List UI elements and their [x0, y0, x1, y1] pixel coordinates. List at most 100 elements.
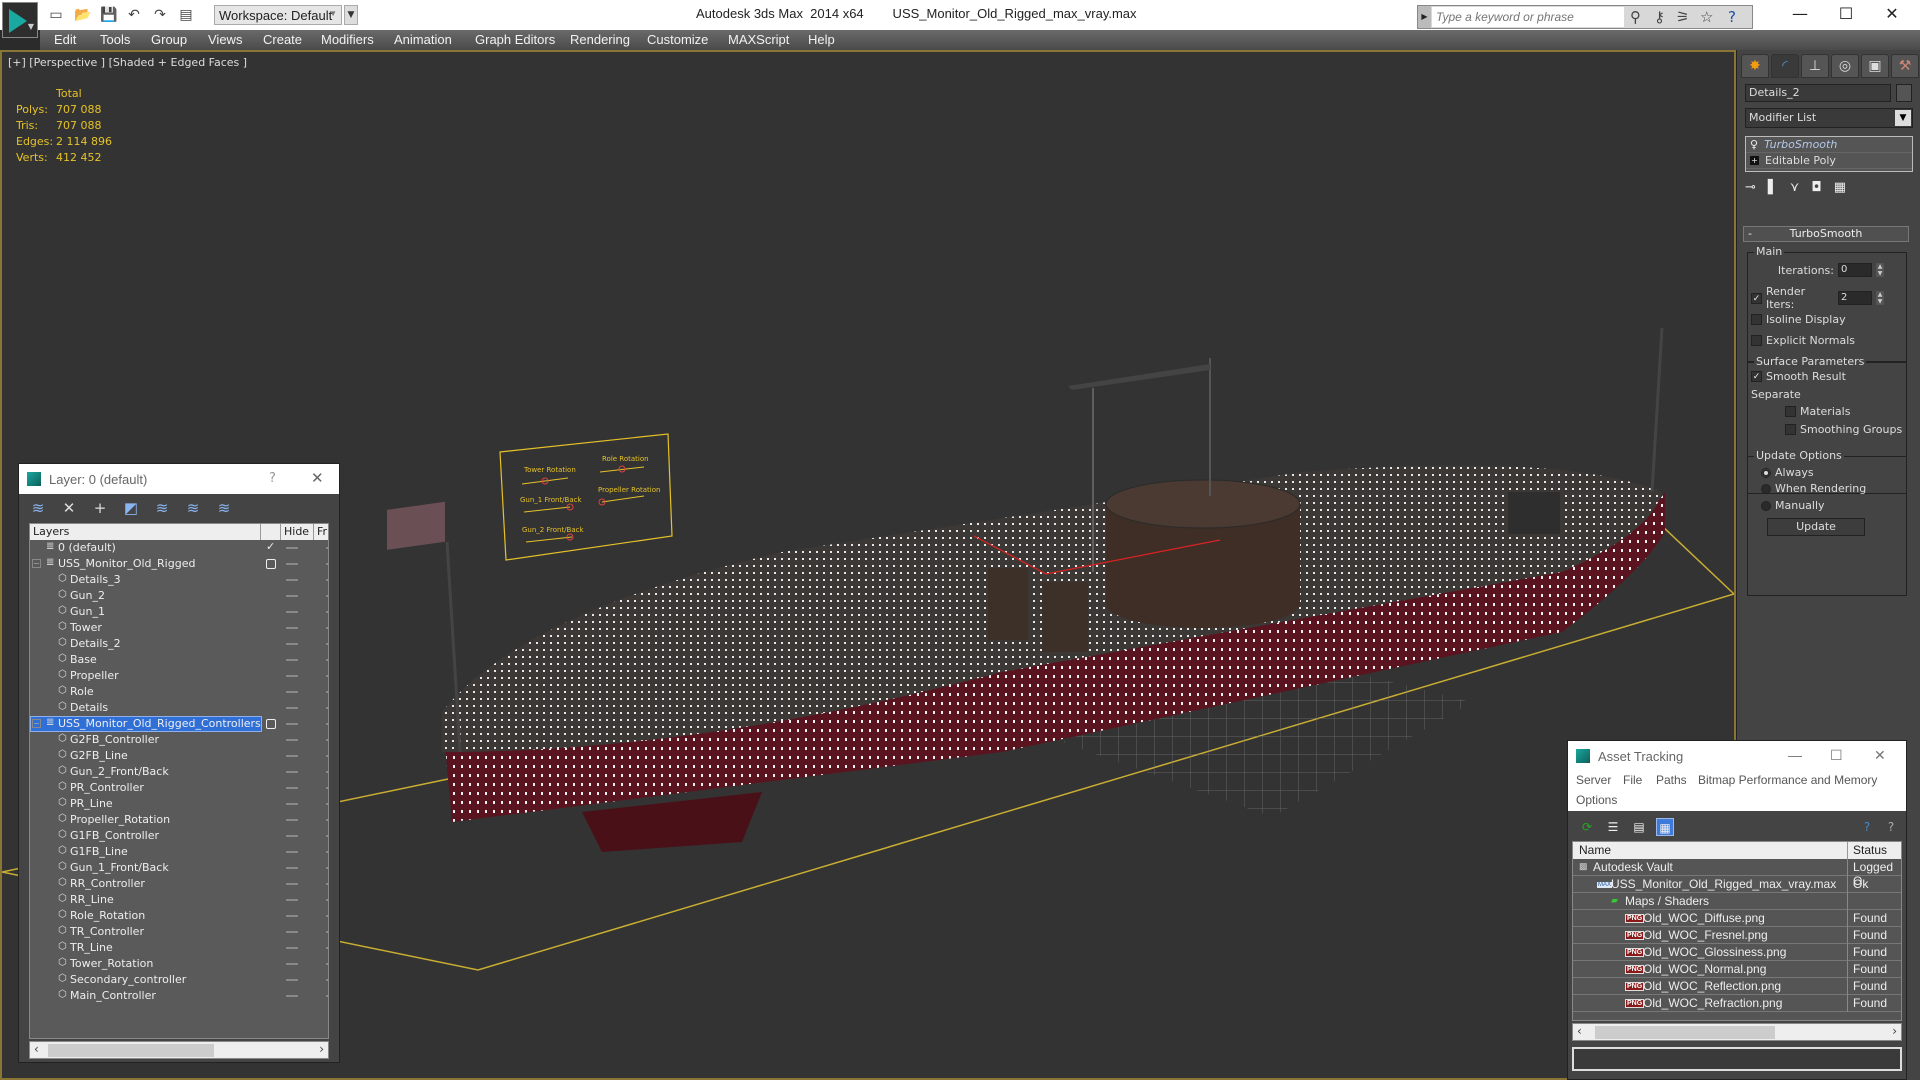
remove-modifier-icon[interactable]: ◘ — [1811, 180, 1821, 195]
horizontal-scrollbar[interactable]: ‹ › — [1572, 1023, 1902, 1041]
project-folder-icon[interactable]: ▤ — [178, 7, 194, 23]
collapse-icon[interactable]: − — [32, 719, 41, 728]
display-tab-icon[interactable]: ▣ — [1861, 54, 1889, 78]
object-row[interactable]: ⬡ Base — [30, 652, 328, 668]
column-layers[interactable]: Layers — [33, 525, 69, 538]
spinner-arrows[interactable]: ▲ ▼ — [1876, 263, 1884, 277]
asset-row[interactable]: ▩ Autodesk Vault Logged O — [1573, 859, 1901, 888]
add-to-layer-icon[interactable]: + — [91, 499, 109, 517]
menu-edit[interactable]: Edit — [54, 32, 76, 47]
freeze-toggle[interactable] — [326, 579, 328, 581]
save-icon[interactable]: 💾 — [100, 7, 117, 23]
asset-row[interactable]: PNG Old_WOC_Normal.png Found — [1573, 961, 1901, 978]
list-view-icon[interactable]: ☰ — [1604, 818, 1622, 836]
hide-toggle[interactable] — [286, 963, 298, 965]
create-tab-icon[interactable]: ✸ — [1741, 54, 1769, 78]
asset-row[interactable]: PNG Old_WOC_Glossiness.png Found — [1573, 944, 1901, 961]
object-row[interactable]: ⬡ G1FB_Controller — [30, 828, 328, 844]
freeze-toggle[interactable] — [326, 995, 328, 997]
update-button[interactable]: Update — [1767, 518, 1865, 536]
layer-row[interactable]: − ≣ USS_Monitor_Old_Rigged — [30, 556, 328, 572]
layer-row[interactable]: − ≣ USS_Monitor_Old_Rigged_Controllers — [30, 716, 328, 732]
favorites-star-icon[interactable]: ☆ — [1700, 8, 1713, 26]
freeze-toggle[interactable] — [326, 947, 328, 949]
communication-center-icon[interactable]: ⚞ — [1676, 8, 1689, 26]
freeze-toggle[interactable] — [326, 675, 328, 677]
freeze-toggle[interactable] — [326, 611, 328, 613]
hide-toggle[interactable] — [286, 739, 298, 741]
asset-row[interactable]: PNG Old_WOC_Fresnel.png Found — [1573, 927, 1901, 944]
hide-toggle[interactable] — [286, 899, 298, 901]
hide-freeze-layers-icon[interactable]: ≋ — [215, 499, 233, 517]
search-input[interactable] — [1432, 7, 1624, 27]
menu-modifiers[interactable]: Modifiers — [321, 32, 374, 47]
hide-toggle[interactable] — [286, 851, 298, 853]
binoculars-icon[interactable]: ⚲ — [1630, 8, 1641, 26]
menu-graph-editors[interactable]: Graph Editors — [475, 32, 555, 47]
freeze-toggle[interactable] — [326, 595, 328, 597]
menu-tools[interactable]: Tools — [100, 32, 130, 47]
menu-bitmap-performance[interactable]: Bitmap Performance and Memory — [1698, 773, 1877, 787]
window-titlebar[interactable]: Asset Tracking — ☐ ✕ — [1568, 741, 1906, 771]
when-rendering-radio[interactable] — [1761, 483, 1771, 494]
object-row[interactable]: ⬡ Main_Controller — [30, 988, 328, 1004]
create-layer-icon[interactable]: ≋ — [29, 499, 47, 517]
freeze-toggle[interactable] — [326, 867, 328, 869]
iterations-spinner[interactable]: 0 — [1838, 263, 1872, 277]
collapse-icon[interactable]: − — [32, 559, 41, 568]
freeze-toggle[interactable] — [326, 899, 328, 901]
set-current-checkbox[interactable] — [266, 559, 276, 569]
freeze-toggle[interactable] — [326, 723, 328, 725]
menu-paths[interactable]: Paths — [1656, 773, 1687, 787]
freeze-toggle[interactable] — [326, 627, 328, 629]
layer-row[interactable]: ≣ 0 (default) ✓ — [30, 540, 328, 556]
menu-maxscript[interactable]: MAXScript — [728, 32, 789, 47]
menu-help[interactable]: Help — [808, 32, 835, 47]
hide-toggle[interactable] — [286, 835, 298, 837]
help-icon[interactable]: ? — [1882, 818, 1900, 836]
object-row[interactable]: ⬡ Details — [30, 700, 328, 716]
online-help-icon[interactable]: ? — [1858, 818, 1876, 836]
column-status[interactable]: Status — [1853, 843, 1887, 857]
turbosmooth-rollout-header[interactable]: - TurboSmooth — [1743, 226, 1909, 242]
object-row[interactable]: ⬡ Role_Rotation — [30, 908, 328, 924]
current-layer-check-icon[interactable]: ✓ — [266, 540, 275, 553]
pin-stack-icon[interactable]: ⊸ — [1745, 180, 1756, 195]
key-icon[interactable]: ⚷ — [1654, 8, 1665, 26]
hide-toggle[interactable] — [286, 563, 298, 565]
object-row[interactable]: ⬡ G1FB_Line — [30, 844, 328, 860]
object-row[interactable]: ⬡ Gun_1_Front/Back — [30, 860, 328, 876]
make-unique-icon[interactable]: ⋎ — [1790, 180, 1800, 195]
object-row[interactable]: ⬡ G2FB_Controller — [30, 732, 328, 748]
smooth-result-checkbox[interactable]: ✓ — [1751, 371, 1762, 382]
freeze-toggle[interactable] — [326, 787, 328, 789]
utilities-tab-icon[interactable]: ⚒ — [1891, 54, 1919, 78]
hide-toggle[interactable] — [286, 867, 298, 869]
close-icon[interactable]: ✕ — [311, 469, 324, 487]
materials-checkbox[interactable] — [1785, 406, 1796, 417]
workspace-dropdown[interactable]: Workspace: Default ▼ — [214, 5, 342, 25]
menu-animation[interactable]: Animation — [394, 32, 452, 47]
object-row[interactable]: ⬡ Gun_1 — [30, 604, 328, 620]
expand-icon[interactable]: + — [1750, 156, 1759, 165]
object-row[interactable]: ⬡ Propeller — [30, 668, 328, 684]
hide-toggle[interactable] — [286, 691, 298, 693]
spinner-arrows[interactable]: ▲ ▼ — [1876, 291, 1884, 305]
hide-toggle[interactable] — [286, 627, 298, 629]
set-current-checkbox[interactable] — [266, 719, 276, 729]
isoline-display-checkbox[interactable] — [1751, 314, 1762, 325]
hide-toggle[interactable] — [286, 771, 298, 773]
select-layer-icon[interactable]: ≋ — [153, 499, 171, 517]
freeze-toggle[interactable] — [326, 659, 328, 661]
hide-toggle[interactable] — [286, 931, 298, 933]
freeze-toggle[interactable] — [326, 691, 328, 693]
object-row[interactable]: ⬡ TR_Controller — [30, 924, 328, 940]
object-row[interactable]: ⬡ Details_2 — [30, 636, 328, 652]
menu-server[interactable]: Server — [1576, 773, 1611, 787]
table-view-icon[interactable]: ▦ — [1656, 818, 1674, 836]
object-row[interactable]: ⬡ Secondary_controller — [30, 972, 328, 988]
hide-toggle[interactable] — [286, 659, 298, 661]
freeze-toggle[interactable] — [326, 547, 328, 549]
freeze-toggle[interactable] — [326, 835, 328, 837]
hide-toggle[interactable] — [286, 915, 298, 917]
